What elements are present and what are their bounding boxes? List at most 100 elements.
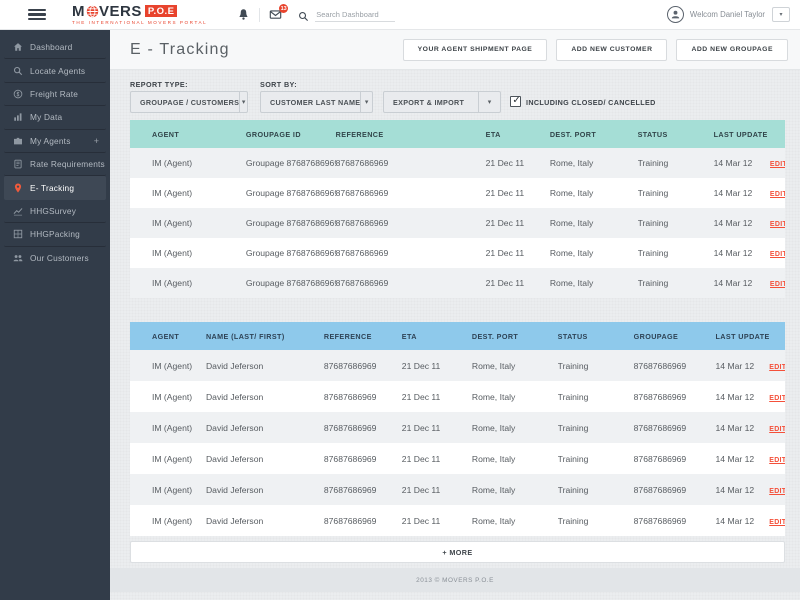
table-cell: 21 Dec 11 [402, 423, 472, 433]
table-cell: 87687686969 [336, 188, 486, 198]
report-type-value: GROUPAGE / CUSTOMERS [131, 98, 239, 107]
edit-link[interactable]: EDIT [770, 221, 785, 228]
bell-icon[interactable] [237, 8, 250, 21]
sidebar-item-my-agents[interactable]: My Agents + [0, 130, 110, 153]
sidebar-item-label: Freight Rate [30, 89, 78, 99]
title-bar: E - Tracking YOUR AGENT SHIPMENT PAGEADD… [110, 30, 800, 70]
report-type-select[interactable]: GROUPAGE / CUSTOMERS ▾ [130, 91, 248, 113]
column-header: REFERENCE [336, 130, 486, 139]
map-pin-icon [13, 183, 23, 193]
sidebar-nav: DashboardLocate Agents Freight Rate My Dat… [0, 30, 110, 270]
table-cell: 14 Mar 12 [714, 248, 770, 258]
edit-link[interactable]: EDIT [769, 364, 785, 371]
table-cell: IM (Agent) [130, 423, 206, 433]
table-row: IM (Agent)David Jeferson8768768696921 De… [130, 350, 785, 381]
table-cell: 87687686969 [324, 485, 402, 495]
table-cell: IM (Agent) [130, 278, 246, 288]
edit-link[interactable]: EDIT [770, 161, 785, 168]
add-new-customer-button[interactable]: ADD NEW CUSTOMER [556, 39, 667, 61]
column-header: DEST. PORT [550, 130, 638, 139]
table-cell: Training [558, 361, 634, 371]
sidebar-item-dashboard[interactable]: Dashboard [0, 36, 110, 59]
sort-secondary-select[interactable]: EXPORT & IMPORT ▾ [383, 91, 501, 113]
avatar[interactable] [667, 6, 684, 23]
messages-icon[interactable]: 13 [269, 8, 282, 21]
chevron-down-icon: ▾ [478, 92, 500, 112]
column-header: LAST UPDATE [716, 332, 770, 341]
brand-name: MVERS [72, 4, 142, 19]
search-input[interactable] [315, 8, 395, 22]
table-row: IM (Agent)Groupage 876876869698768768696… [130, 148, 785, 178]
table-cell: 87687686969 [634, 485, 716, 495]
table-row: IM (Agent)Groupage 876876869698768768696… [130, 178, 785, 208]
sort-primary-select[interactable]: CUSTOMER LAST NAME ▾ [260, 91, 373, 113]
table-cell: David Jeferson [206, 361, 324, 371]
table-cell: 87687686969 [336, 278, 486, 288]
table-cell: Training [638, 158, 714, 168]
edit-link[interactable]: EDIT [770, 251, 785, 258]
table-cell: 14 Mar 12 [714, 218, 770, 228]
table-cell: David Jeferson [206, 423, 324, 433]
column-header: GROUPAGE ID [246, 130, 336, 139]
table-cell: Training [558, 392, 634, 402]
table-cell: 87687686969 [336, 218, 486, 228]
sidebar-item-my-data[interactable]: My Data [0, 106, 110, 129]
table-cell: Rome, Italy [472, 423, 558, 433]
edit-link[interactable]: EDIT [769, 395, 785, 402]
sidebar-item-e-tracking[interactable]: E- Tracking [0, 176, 110, 199]
sidebar-item-rate-requirements[interactable]: Rate Requirements [0, 153, 110, 176]
table-header-row: AGENTGROUPAGE IDREFERENCEETADEST. PORTST… [130, 120, 785, 148]
users-icon [13, 253, 23, 263]
app-window: MVERS P.O.E THE INTERNATIONAL MOVERS POR… [0, 0, 800, 600]
table-header-row: AGENTNAME (LAST/ FIRST)REFERENCEETADEST.… [130, 322, 785, 350]
edit-link[interactable]: EDIT [770, 191, 785, 198]
hamburger-menu-icon[interactable] [28, 9, 46, 21]
including-closed-checkbox[interactable] [510, 96, 521, 107]
more-button[interactable]: + MORE [130, 541, 785, 563]
sort-by-label: SORT BY: [260, 80, 297, 89]
table-cell: 21 Dec 11 [486, 218, 550, 228]
table-cell: Training [558, 454, 634, 464]
report-type-label: REPORT TYPE: [130, 80, 188, 89]
sidebar-item-label: My Agents [30, 136, 71, 146]
table-cell: 87687686969 [324, 423, 402, 433]
add-new-groupage-button[interactable]: ADD NEW GROUPAGE [676, 39, 788, 61]
your-agent-shipment-page-button[interactable]: YOUR AGENT SHIPMENT PAGE [403, 39, 548, 61]
line-chart-icon [13, 206, 23, 216]
edit-link[interactable]: EDIT [769, 457, 785, 464]
sidebar-item-our-customers[interactable]: Our Customers [0, 247, 110, 270]
coin-icon [13, 89, 23, 99]
sidebar-item-locate-agents[interactable]: Locate Agents [0, 59, 110, 82]
brand-logo[interactable]: MVERS P.O.E THE INTERNATIONAL MOVERS POR… [72, 4, 207, 26]
customers-table: AGENTNAME (LAST/ FIRST)REFERENCEETADEST.… [130, 322, 785, 536]
edit-link[interactable]: EDIT [769, 488, 785, 495]
expand-plus-icon[interactable]: + [94, 136, 99, 146]
column-header: LAST UPDATE [714, 130, 770, 139]
column-header: GROUPAGE [634, 332, 716, 341]
header-divider [259, 8, 260, 22]
table-cell: David Jeferson [206, 516, 324, 526]
table-cell: 14 Mar 12 [716, 361, 770, 371]
table-cell: Training [558, 516, 634, 526]
table-cell: David Jeferson [206, 485, 324, 495]
sidebar-item-hhgsurvey[interactable]: HHGSurvey [0, 200, 110, 223]
table-row: IM (Agent)Groupage 876876869698768768696… [130, 238, 785, 268]
table-cell: Rome, Italy [472, 361, 558, 371]
column-header: ETA [486, 130, 550, 139]
table-cell: 14 Mar 12 [716, 485, 770, 495]
edit-link[interactable]: EDIT [769, 426, 785, 433]
table-cell: Training [558, 423, 634, 433]
table-cell: Training [638, 218, 714, 228]
table-row: IM (Agent)David Jeferson8768768696921 De… [130, 381, 785, 412]
table-cell: 14 Mar 12 [716, 423, 770, 433]
edit-link[interactable]: EDIT [769, 519, 785, 526]
table-cell: Rome, Italy [550, 158, 638, 168]
table-cell: 21 Dec 11 [402, 454, 472, 464]
table-cell: Rome, Italy [550, 188, 638, 198]
main-content: E - Tracking YOUR AGENT SHIPMENT PAGEADD… [110, 30, 800, 600]
sidebar-item-hhgpacking[interactable]: HHGPacking [0, 223, 110, 246]
edit-link[interactable]: EDIT [770, 281, 785, 288]
sidebar-item-freight-rate[interactable]: Freight Rate [0, 83, 110, 106]
table-row: IM (Agent)David Jeferson8768768696921 De… [130, 443, 785, 474]
user-menu-chevron-icon[interactable]: ▾ [772, 7, 790, 22]
